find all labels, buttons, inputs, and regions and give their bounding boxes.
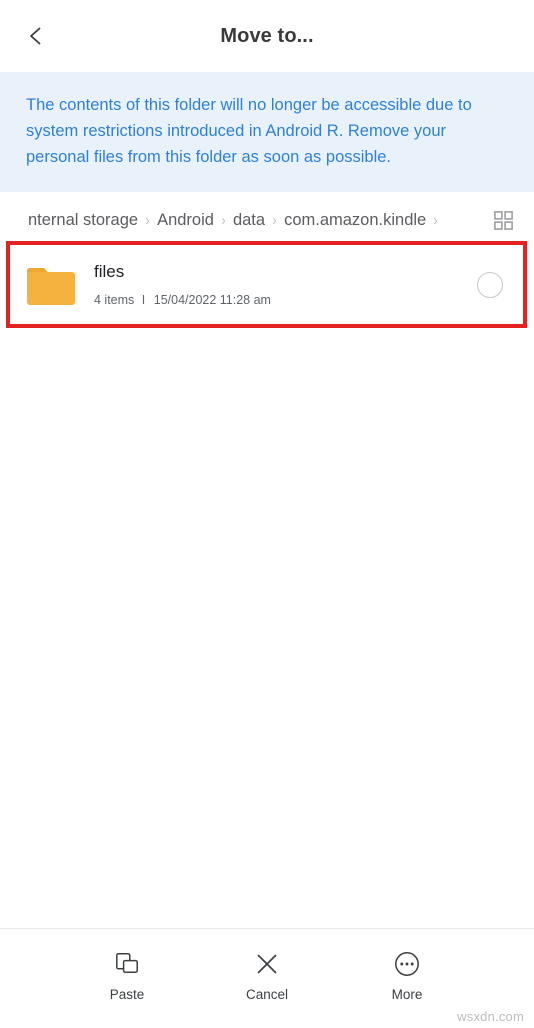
row-select-radio[interactable] <box>477 271 503 298</box>
breadcrumb-separator-icon: › <box>221 212 226 229</box>
system-restriction-notice: The contents of this folder will no long… <box>0 72 534 192</box>
paste-icon <box>114 949 140 979</box>
back-button[interactable] <box>14 14 58 58</box>
page-title: Move to... <box>220 24 314 47</box>
paste-button[interactable]: Paste <box>81 949 173 1003</box>
bottom-action-bar: Paste Cancel More <box>0 928 534 1028</box>
breadcrumb-item-internal-storage[interactable]: nternal storage <box>28 211 138 230</box>
breadcrumb: nternal storage › Android › data › com.a… <box>28 211 482 230</box>
app-bar: Move to... <box>0 0 534 72</box>
breadcrumb-separator-icon: › <box>272 212 277 229</box>
file-info: files 4 items I 15/04/2022 11:28 am <box>94 261 477 308</box>
breadcrumb-separator-icon: › <box>145 212 150 229</box>
paste-label: Paste <box>109 987 145 1002</box>
file-list-empty-area <box>0 332 534 928</box>
cancel-button[interactable]: Cancel <box>221 949 313 1003</box>
breadcrumb-item-data[interactable]: data <box>233 211 265 230</box>
notice-text: The contents of this folder will no long… <box>26 96 472 166</box>
breadcrumb-separator-icon: › <box>433 212 438 229</box>
grid-view-toggle-button[interactable] <box>486 204 520 238</box>
file-name: files <box>94 262 125 281</box>
chevron-left-icon <box>25 25 47 47</box>
grid-view-icon <box>493 211 513 230</box>
file-metadata: 4 items I 15/04/2022 11:28 am <box>94 292 477 308</box>
breadcrumb-item-com-amazon-kindle[interactable]: com.amazon.kindle <box>284 211 426 230</box>
cancel-label: Cancel <box>245 987 289 1002</box>
file-item-count: 4 items <box>94 293 135 307</box>
more-button[interactable]: More <box>361 949 453 1003</box>
highlight-annotation-box: files 4 items I 15/04/2022 11:28 am <box>6 241 527 328</box>
file-modified-date: 15/04/2022 11:28 am <box>153 293 271 307</box>
more-ellipsis-icon <box>394 949 420 979</box>
close-x-icon <box>254 949 280 979</box>
metadata-separator: I <box>141 293 146 307</box>
more-label: More <box>391 987 423 1002</box>
watermark: wsxdn.com <box>457 1009 524 1024</box>
breadcrumb-item-android[interactable]: Android <box>157 211 214 230</box>
table-row[interactable]: files 4 items I 15/04/2022 11:28 am <box>10 245 523 324</box>
folder-icon <box>26 262 76 308</box>
